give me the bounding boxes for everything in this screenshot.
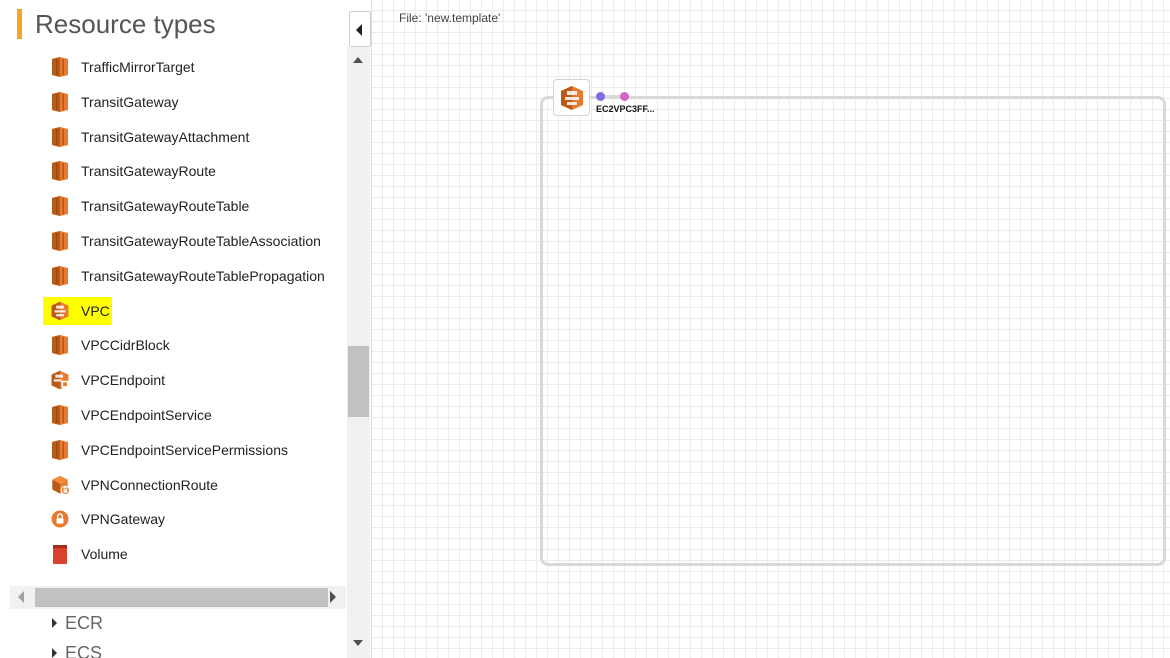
panel-header: Resource types: [17, 8, 216, 40]
ec2-bar-icon: [50, 265, 70, 287]
header-accent-bar: [17, 9, 22, 39]
design-canvas[interactable]: File: 'new.template' EC2VPC3FF...: [372, 0, 1170, 658]
node-output-port[interactable]: [620, 92, 629, 101]
tree-group-ecs[interactable]: ECS: [52, 643, 102, 658]
resource-item-label: TransitGatewayRouteTablePropagation: [81, 268, 325, 284]
ec2-bar-icon: [50, 126, 70, 148]
vertical-scrollbar[interactable]: [347, 47, 370, 658]
vpc-node[interactable]: [553, 79, 590, 116]
resource-item-vpnconnectionroute[interactable]: VPNConnectionRoute: [43, 471, 220, 499]
resource-item-transitgatewayroutetableassociation[interactable]: TransitGatewayRouteTableAssociation: [43, 227, 323, 255]
resource-item-label: VPCEndpointServicePermissions: [81, 442, 288, 458]
resource-item-vpc[interactable]: VPC: [43, 297, 112, 325]
panel-title: Resource types: [35, 8, 216, 39]
caret-right-icon[interactable]: [52, 648, 57, 658]
ec2-bar-icon: [50, 160, 70, 182]
vpc-endpoint-icon: [50, 369, 70, 391]
resource-types-panel: Resource types TrafficMirrorTarget Transi…: [0, 0, 347, 658]
resource-item-label: TransitGateway: [81, 94, 179, 110]
node-label: EC2VPC3FF...: [596, 104, 655, 114]
resource-item-transitgatewayroute[interactable]: TransitGatewayRoute: [43, 157, 218, 185]
scroll-up-arrow-icon[interactable]: [353, 57, 363, 63]
tree-group-label: ECR: [65, 612, 104, 633]
resource-item-label: TransitGatewayAttachment: [81, 129, 250, 145]
vpn-gateway-icon: [50, 508, 70, 530]
ec2-bar-icon: [50, 439, 70, 461]
resource-item-label: TrafficMirrorTarget: [81, 59, 195, 75]
file-name-label: File: 'new.template': [399, 11, 501, 25]
ec2-bar-icon: [50, 195, 70, 217]
resource-item-label: VPNConnectionRoute: [81, 477, 218, 493]
resource-item-transitgateway[interactable]: TransitGateway: [43, 88, 181, 116]
vpn-connection-icon: [50, 474, 71, 496]
resource-item-transitgatewayroutetablepropagation[interactable]: TransitGatewayRouteTablePropagation: [43, 262, 327, 290]
resource-item-label: TransitGatewayRouteTable: [81, 198, 250, 214]
resource-item-transitgatewayattachment[interactable]: TransitGatewayAttachment: [43, 123, 251, 151]
collapse-panel-button[interactable]: [349, 11, 371, 47]
ec2-bar-icon: [50, 334, 70, 356]
horizontal-scroll-thumb[interactable]: [35, 588, 328, 607]
caret-right-icon[interactable]: [52, 618, 57, 628]
vpc-container-box[interactable]: [540, 96, 1166, 566]
resource-item-vpcendpointservicepermissions[interactable]: VPCEndpointServicePermissions: [43, 436, 290, 464]
tree-group-label: ECS: [65, 642, 103, 658]
resource-item-label: VPNGateway: [81, 511, 166, 527]
resource-item-vpcendpoint[interactable]: VPCEndpoint: [43, 366, 167, 394]
tree-group-ecr[interactable]: ECR: [52, 613, 103, 633]
resource-item-vpccidrblock[interactable]: VPCCidrBlock: [43, 331, 172, 359]
vertical-scroll-thumb[interactable]: [348, 346, 369, 417]
resource-item-label: Volume: [81, 546, 128, 562]
ec2-bar-icon: [50, 404, 70, 426]
vpc-icon: [50, 300, 70, 322]
port-connector: [604, 95, 621, 97]
ec2-bar-icon: [50, 91, 70, 113]
scroll-down-arrow-icon[interactable]: [353, 640, 363, 646]
resource-item-volume[interactable]: Volume: [43, 540, 130, 568]
ec2-bar-icon: [50, 230, 70, 252]
resource-item-label: VPCCidrBlock: [81, 337, 170, 353]
resource-item-vpcendpointservice[interactable]: VPCEndpointService: [43, 401, 214, 429]
horizontal-scrollbar[interactable]: [10, 586, 346, 609]
scroll-left-arrow-icon[interactable]: [18, 591, 24, 603]
vpc-icon: [560, 85, 583, 110]
resource-item-label: VPCEndpointService: [81, 407, 212, 423]
resource-item-label: TransitGatewayRoute: [81, 163, 216, 179]
resource-item-label: TransitGatewayRouteTableAssociation: [81, 233, 321, 249]
resource-item-vpngateway[interactable]: VPNGateway: [43, 505, 167, 533]
ec2-bar-icon: [50, 56, 70, 78]
resource-item-trafficmirrortarget[interactable]: TrafficMirrorTarget: [43, 53, 197, 81]
resource-item-label: VPC: [81, 303, 110, 319]
node-input-port[interactable]: [596, 92, 605, 101]
resource-item-transitgatewayroutetable[interactable]: TransitGatewayRouteTable: [43, 192, 251, 220]
resource-item-label: VPCEndpoint: [81, 372, 166, 388]
scroll-right-arrow-icon[interactable]: [330, 591, 336, 603]
volume-icon: [50, 543, 70, 565]
